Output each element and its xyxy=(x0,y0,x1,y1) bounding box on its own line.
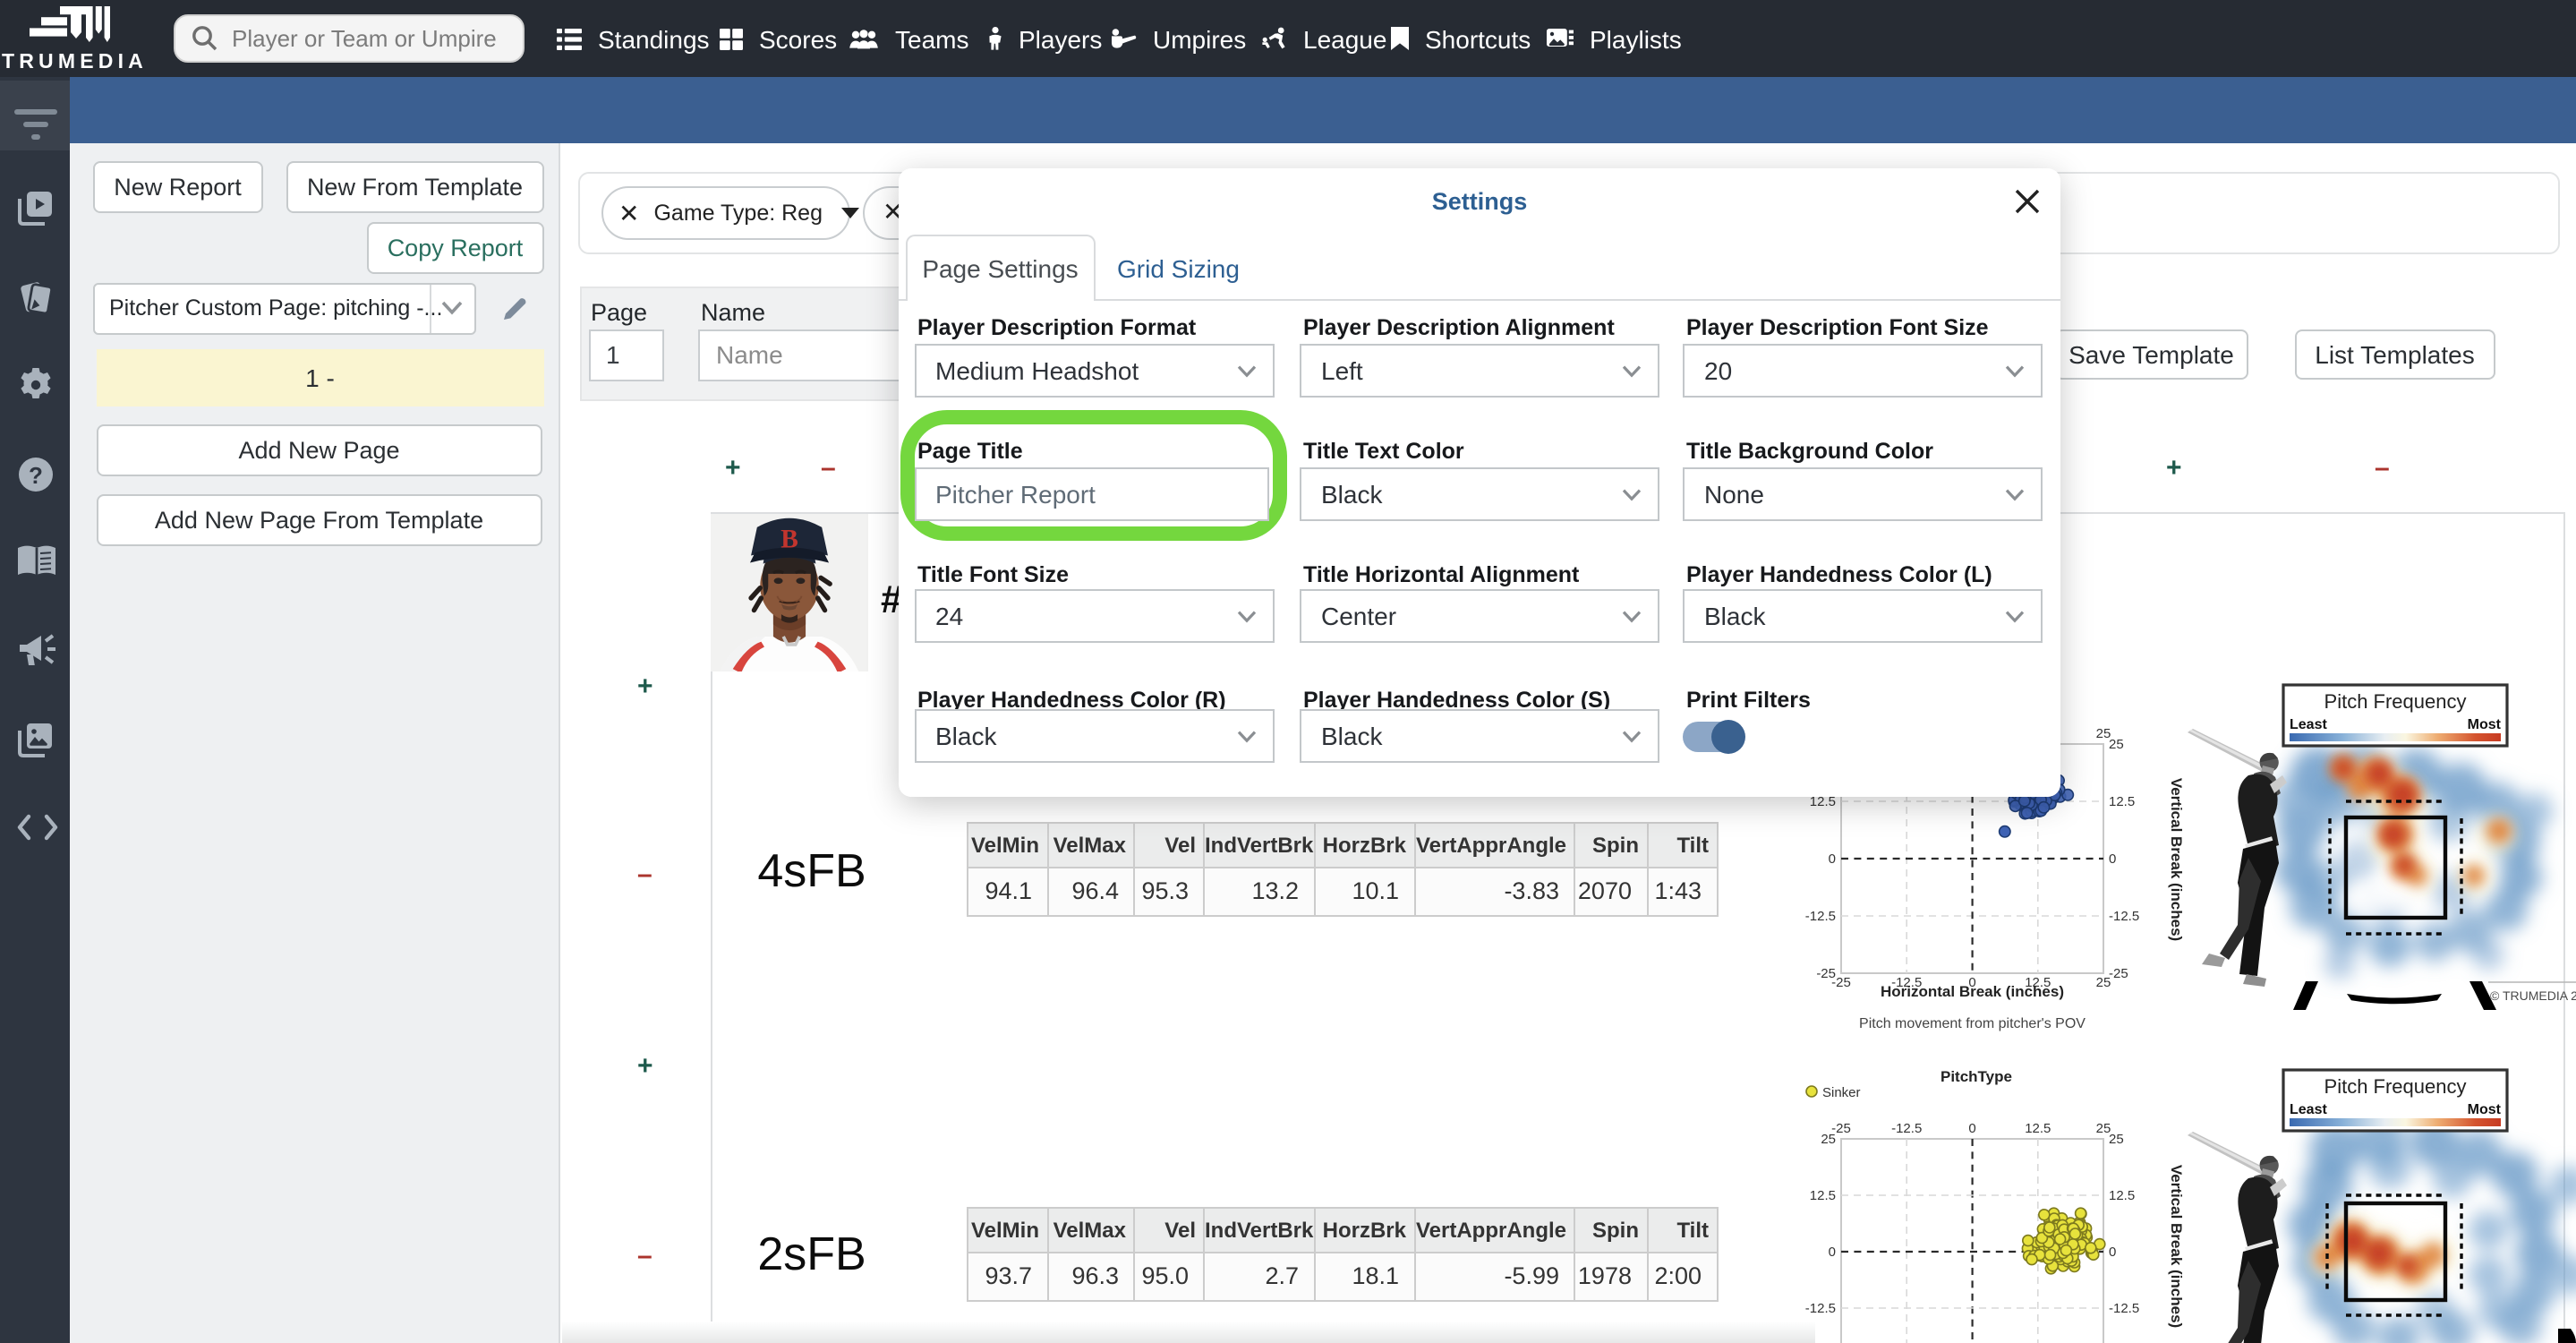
svg-text:Most: Most xyxy=(2468,1102,2502,1117)
svg-text:Pitch movement from pitcher's: Pitch movement from pitcher's POV xyxy=(1859,1016,2086,1031)
svg-text:12.5: 12.5 xyxy=(2109,794,2135,809)
svg-text:-12.5: -12.5 xyxy=(2109,909,2139,924)
svg-text:-12.5: -12.5 xyxy=(2109,1301,2139,1316)
svg-text:25: 25 xyxy=(1821,1132,1836,1147)
svg-text:Least: Least xyxy=(2290,717,2327,732)
svg-text:B: B xyxy=(780,526,798,554)
svg-text:Most: Most xyxy=(2468,717,2502,732)
svg-text:PitchType: PitchType xyxy=(1941,1068,2012,1085)
svg-text:Sinker: Sinker xyxy=(1822,1085,1861,1100)
svg-text:Least: Least xyxy=(2290,1102,2327,1117)
svg-text:0: 0 xyxy=(1968,1121,1975,1136)
svg-text:Pitch Frequency: Pitch Frequency xyxy=(2324,690,2467,713)
svg-text:12.5: 12.5 xyxy=(2025,1121,2051,1136)
svg-text:-12.5: -12.5 xyxy=(1805,1301,1836,1316)
svg-text:© TRUMEDIA 2024: © TRUMEDIA 2024 xyxy=(2490,988,2576,1003)
svg-text:25: 25 xyxy=(2096,975,2111,990)
svg-text:Pitch Frequency: Pitch Frequency xyxy=(2324,1075,2467,1098)
svg-text:-12.5: -12.5 xyxy=(1891,1121,1922,1136)
svg-text:Horizontal Break (inches): Horizontal Break (inches) xyxy=(1881,983,2064,1000)
svg-text:0: 0 xyxy=(1829,851,1836,867)
svg-text:25: 25 xyxy=(2109,1132,2124,1147)
svg-text:12.5: 12.5 xyxy=(2109,1188,2135,1203)
svg-text:-25: -25 xyxy=(1816,966,1836,981)
svg-text:-12.5: -12.5 xyxy=(1805,909,1836,924)
svg-text:0: 0 xyxy=(1829,1245,1836,1260)
svg-text:0: 0 xyxy=(2109,851,2116,867)
svg-text:0: 0 xyxy=(2109,1245,2116,1260)
svg-text:?: ? xyxy=(28,462,42,489)
svg-text:12.5: 12.5 xyxy=(1810,1188,1836,1203)
svg-text:-25: -25 xyxy=(2109,966,2128,981)
svg-text:25: 25 xyxy=(2109,737,2124,752)
